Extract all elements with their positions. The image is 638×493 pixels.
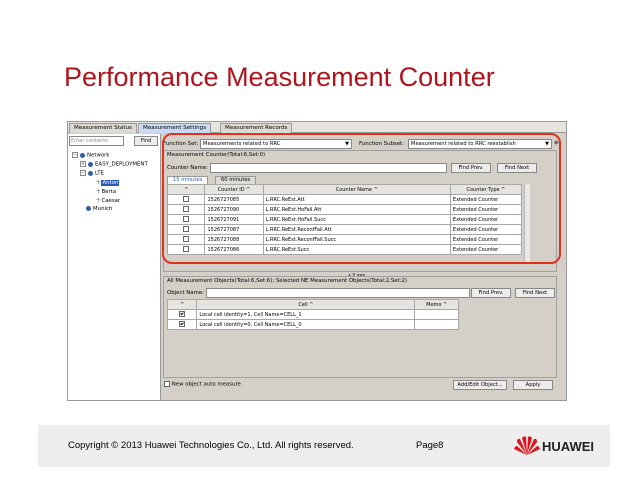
object-name-input[interactable] <box>206 288 470 298</box>
expand-icon[interactable]: + <box>80 161 86 167</box>
tab-measurement-settings[interactable]: Measurement Settings <box>138 123 212 133</box>
page-number: Page8 <box>416 440 444 451</box>
object-find-prev-button[interactable]: Find Prev. <box>471 288 511 298</box>
tree-item-munich[interactable]: Munich <box>86 206 112 213</box>
slide-footer: Copyright © 2013 Huawei Technologies Co.… <box>38 425 610 467</box>
row-checkbox-cell[interactable] <box>166 309 198 320</box>
row-checkbox-checked[interactable] <box>179 321 186 328</box>
collapse-icon[interactable]: − <box>72 152 78 158</box>
ne-tree-pane: Enter contents Find − Network + EASY_DEPLO… <box>68 134 161 400</box>
tree-item-easy-deployment[interactable]: + EASY_DEPLOYMENT <box>80 161 148 168</box>
auto-measure-option[interactable]: New object auto measure <box>164 381 241 388</box>
splitter-handle[interactable]: ▲ ▼ ▪▪▪ <box>348 272 372 277</box>
objects-group-title: All Measurement Objects(Total:6,Set:6); … <box>167 278 408 284</box>
object-name-label: Object Name: <box>167 290 204 296</box>
tree-item-lte[interactable]: − LTE <box>80 170 104 177</box>
huawei-logo-text: HUAWEI <box>542 439 594 454</box>
memo-cell <box>414 319 459 330</box>
slide-title: Performance Measurement Counter <box>64 62 495 92</box>
network-icon <box>80 152 85 158</box>
person-icon: ☥ <box>96 188 101 195</box>
copyright-text: Copyright © 2013 Huawei Technologies Co.… <box>68 440 354 451</box>
auto-measure-checkbox[interactable] <box>164 381 170 387</box>
column-header-memo[interactable]: Memo ^ <box>414 299 459 310</box>
collapse-icon[interactable]: − <box>80 170 86 176</box>
search-input[interactable]: Enter contents <box>69 136 124 146</box>
column-header-cell[interactable]: Cell ^ <box>196 299 416 310</box>
highlight-box <box>162 133 561 264</box>
row-checkbox-cell[interactable] <box>166 319 198 330</box>
row-checkbox-checked[interactable] <box>179 311 186 318</box>
tree-item-berta[interactable]: ☥Berta <box>96 188 116 195</box>
apply-button[interactable]: Apply <box>513 380 553 390</box>
ne-icon <box>86 206 91 211</box>
tree-item-network[interactable]: − Network <box>72 152 110 159</box>
ne-icon <box>88 170 93 176</box>
tab-measurement-records[interactable]: Measurement Records <box>220 123 293 133</box>
tab-measurement-status[interactable]: Measurement Status <box>69 123 138 133</box>
tree-item-anton[interactable]: ☥ Anton <box>96 179 120 186</box>
table-row[interactable]: Local cell identity=0, Cell Name=CELL_0 <box>166 319 459 330</box>
tab-bar: Measurement Status Measurement Settings … <box>68 122 566 133</box>
cell-name-cell: Local cell identity=0, Cell Name=CELL_0 <box>196 319 416 330</box>
person-icon: ☥ <box>96 197 101 204</box>
cell-name-cell: Local cell identity=1, Cell Name=CELL_1 <box>196 309 416 320</box>
column-header-select[interactable]: ^ <box>166 299 198 310</box>
add-edit-object-button[interactable]: Add/Edit Object... <box>453 380 507 390</box>
person-icon: ☥ <box>96 179 101 186</box>
table-row[interactable]: Local cell identity=1, Cell Name=CELL_1 <box>166 309 459 320</box>
ne-icon <box>88 161 93 167</box>
tree-item-caesar[interactable]: ☥Caesar <box>96 197 120 204</box>
object-find-next-button[interactable]: Find Next <box>515 288 555 298</box>
huawei-logo-icon <box>514 436 540 455</box>
objects-table: ^ Cell ^ Memo ^ Local cell identity=1, C… <box>166 299 459 330</box>
objects-group: All Measurement Objects(Total:6,Set:6); … <box>163 276 557 378</box>
find-button[interactable]: Find <box>134 136 158 146</box>
memo-cell <box>414 309 459 320</box>
